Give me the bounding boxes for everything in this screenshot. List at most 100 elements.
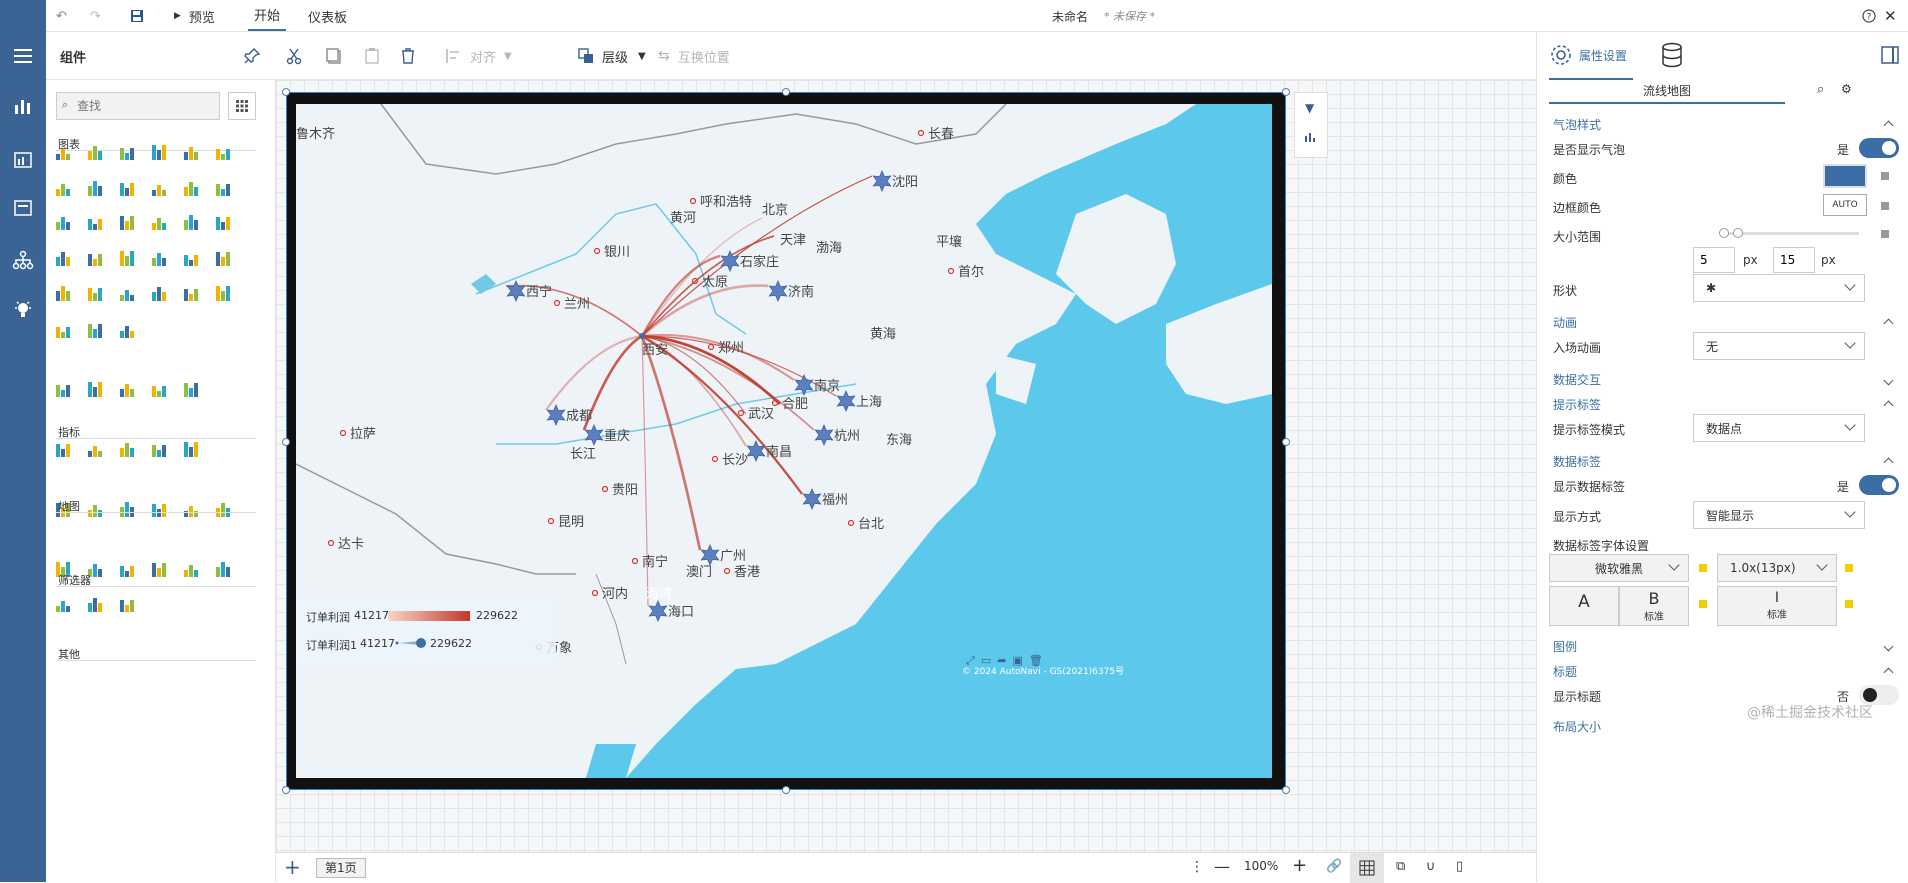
- component-icon[interactable]: [88, 178, 106, 196]
- font-color-swatch[interactable]: [1699, 564, 1707, 572]
- search-icon[interactable]: ⌕: [1817, 82, 1824, 97]
- paste-icon[interactable]: [362, 32, 382, 80]
- city-star-icon[interactable]: [720, 250, 740, 272]
- component-icon[interactable]: [88, 379, 106, 397]
- expand-icon[interactable]: ⤢: [966, 654, 975, 674]
- size-range-max-handle[interactable]: [1733, 228, 1743, 238]
- chevron-up-icon[interactable]: [1883, 400, 1894, 411]
- chevron-down-icon[interactable]: [1883, 641, 1894, 652]
- layer-button[interactable]: 层级 ▼: [576, 32, 646, 80]
- city-star-icon[interactable]: [872, 170, 892, 192]
- component-icon[interactable]: [88, 142, 106, 160]
- font-bold-button[interactable]: B 标准: [1619, 586, 1689, 626]
- component-icon[interactable]: [88, 439, 106, 457]
- component-icon[interactable]: [216, 499, 234, 517]
- city-star-icon[interactable]: [802, 488, 822, 510]
- chevron-up-icon[interactable]: [1883, 318, 1894, 329]
- trash-icon[interactable]: 🗑: [1029, 654, 1043, 674]
- component-icon[interactable]: [152, 142, 170, 160]
- dashboard-icon[interactable]: [0, 188, 46, 228]
- section-layout-size[interactable]: 布局大小: [1553, 718, 1601, 735]
- section-legend[interactable]: 图例: [1553, 638, 1577, 655]
- add-page-icon[interactable]: +: [284, 855, 301, 879]
- font-size-select[interactable]: 1.0x(13px): [1717, 554, 1837, 582]
- border-color-auto[interactable]: AUTO: [1823, 194, 1867, 216]
- font-style-swatch[interactable]: [1699, 600, 1707, 608]
- copy-icon[interactable]: [324, 32, 344, 80]
- component-icon[interactable]: [56, 142, 74, 160]
- pin-icon[interactable]: [242, 32, 262, 80]
- component-icon[interactable]: [152, 283, 170, 301]
- size-range-reset-icon[interactable]: [1881, 230, 1889, 238]
- component-icon[interactable]: [120, 248, 138, 266]
- cut-icon[interactable]: [284, 32, 304, 80]
- city-star-icon[interactable]: [814, 424, 834, 446]
- font-a-button[interactable]: A: [1549, 586, 1619, 626]
- shape-select[interactable]: ✱: [1693, 274, 1865, 302]
- component-icon[interactable]: [216, 178, 234, 196]
- font-family-select[interactable]: 微软雅黑: [1549, 554, 1689, 582]
- tab-properties[interactable]: 属性设置: [1549, 32, 1634, 80]
- close-icon[interactable]: ✕: [1884, 0, 1897, 32]
- component-icon[interactable]: [216, 212, 234, 230]
- chevron-up-icon[interactable]: [1883, 457, 1894, 468]
- link-icon[interactable]: 🔗: [1326, 859, 1342, 874]
- align-button[interactable]: 对齐 ▼: [444, 32, 512, 80]
- section-data-label[interactable]: 数据标签: [1553, 453, 1601, 470]
- section-tip-label[interactable]: 提示标签: [1553, 396, 1601, 413]
- font-italic-button[interactable]: I 标准: [1717, 586, 1837, 626]
- tip-mode-select[interactable]: 数据点: [1693, 414, 1865, 442]
- component-icon[interactable]: [120, 594, 138, 612]
- component-icon[interactable]: [184, 379, 202, 397]
- subtab-flowmap[interactable]: 流线地图: [1549, 78, 1785, 104]
- component-icon[interactable]: [216, 559, 234, 577]
- size-max-input[interactable]: [1773, 247, 1815, 273]
- component-icon[interactable]: [56, 248, 74, 266]
- delete-icon[interactable]: [398, 32, 418, 80]
- preview-button[interactable]: ▶ 预览: [174, 0, 215, 32]
- magnet-icon[interactable]: ∪: [1426, 859, 1436, 874]
- component-icon[interactable]: [120, 212, 138, 230]
- component-icon[interactable]: [184, 212, 202, 230]
- component-icon[interactable]: [56, 320, 74, 338]
- display-mode-select[interactable]: 智能显示: [1693, 501, 1865, 529]
- component-icon[interactable]: [88, 283, 106, 301]
- report-icon[interactable]: [0, 140, 46, 180]
- design-canvas[interactable]: 鲁木齐 长春 沈阳 呼和浩特 北京 天津 渤海 黄河 银川 石家庄 平壤 首尔 太原 济南 西宁 兰州 西安 郑州…: [276, 80, 1536, 852]
- component-icon[interactable]: [88, 248, 106, 266]
- help-icon[interactable]: ?: [1862, 0, 1876, 32]
- map-view[interactable]: 鲁木齐 长春 沈阳 呼和浩特 北京 天津 渤海 黄河 银川 石家庄 平壤 首尔 太原 济南 西宁 兰州 西安 郑州…: [296, 104, 1272, 778]
- more-icon[interactable]: ⋮: [1190, 859, 1204, 875]
- panel-collapse-icon[interactable]: [1881, 46, 1899, 67]
- undo-icon[interactable]: ↶: [56, 0, 67, 32]
- settings-small-icon[interactable]: ⚙: [1841, 82, 1852, 96]
- drill-icon[interactable]: [1304, 129, 1318, 146]
- color-reset-icon[interactable]: [1881, 172, 1889, 180]
- grid-view-button[interactable]: [228, 92, 256, 120]
- component-icon[interactable]: [184, 178, 202, 196]
- city-star-icon[interactable]: [584, 424, 604, 446]
- chevron-up-icon[interactable]: [1883, 667, 1894, 678]
- font-italic-swatch[interactable]: [1845, 600, 1853, 608]
- component-icon[interactable]: [120, 439, 138, 457]
- component-icon[interactable]: [152, 212, 170, 230]
- component-icon[interactable]: [184, 439, 202, 457]
- component-icon[interactable]: [120, 178, 138, 196]
- component-icon[interactable]: [56, 379, 74, 397]
- size-range-track[interactable]: [1723, 232, 1859, 235]
- component-icon[interactable]: [184, 499, 202, 517]
- swap-button[interactable]: ⇆ 互换位置: [658, 32, 730, 80]
- city-star-icon[interactable]: [836, 390, 856, 412]
- component-icon[interactable]: [56, 594, 74, 612]
- color-swatch[interactable]: [1823, 164, 1867, 188]
- component-icon[interactable]: [120, 559, 138, 577]
- chevron-up-icon[interactable]: [1883, 120, 1894, 131]
- component-icon[interactable]: [88, 212, 106, 230]
- component-icon[interactable]: [120, 142, 138, 160]
- component-icon[interactable]: [120, 320, 138, 338]
- component-icon[interactable]: [184, 248, 202, 266]
- search-input[interactable]: [56, 92, 220, 120]
- component-icon[interactable]: [88, 320, 106, 338]
- component-icon[interactable]: [152, 379, 170, 397]
- component-icon[interactable]: [184, 142, 202, 160]
